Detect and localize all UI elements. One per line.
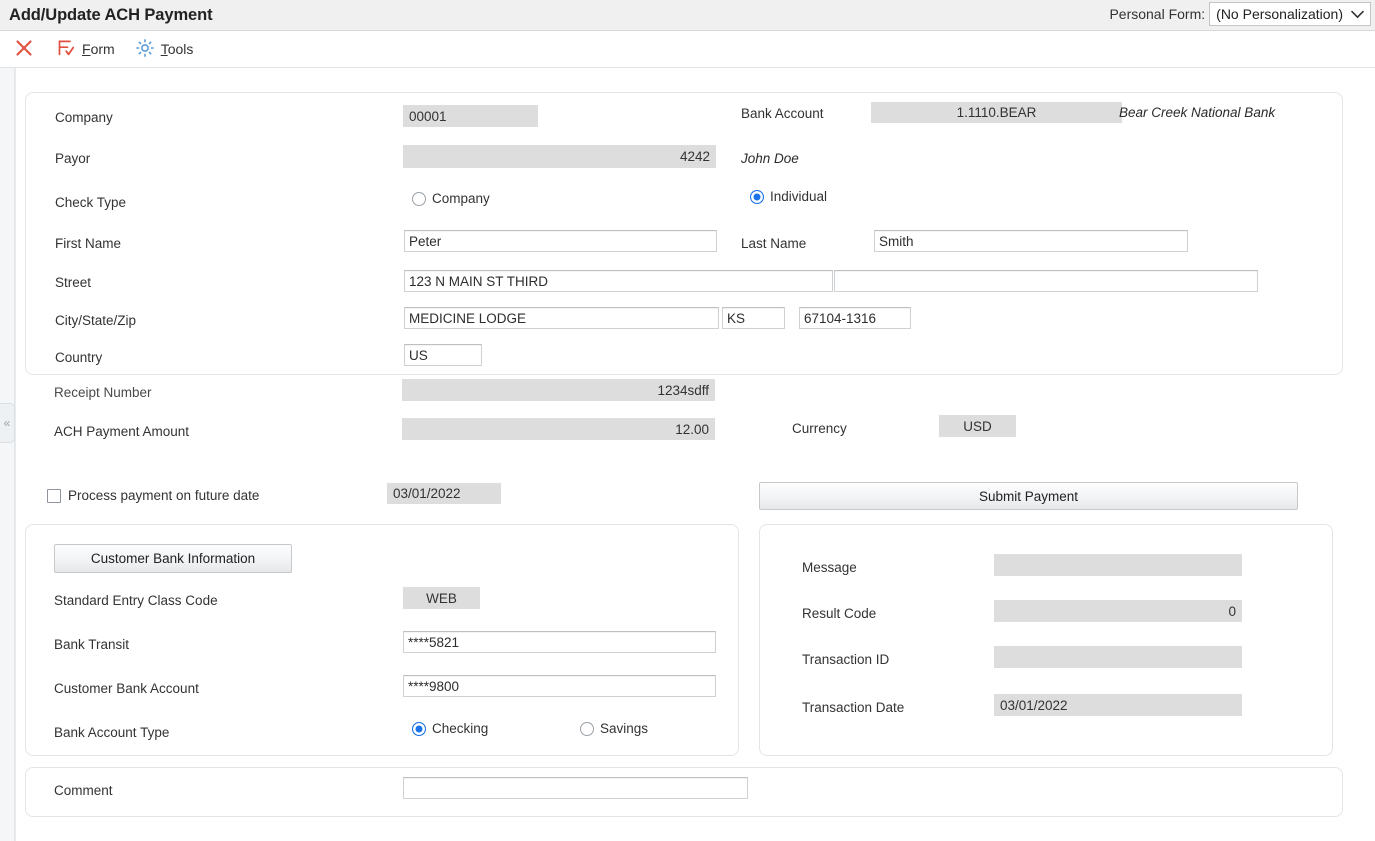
ach-payment-amount-field: 12.00 bbox=[402, 418, 715, 440]
check-type-label: Check Type bbox=[55, 195, 127, 210]
transaction-date-label: Transaction Date bbox=[802, 700, 905, 715]
state-input[interactable] bbox=[722, 307, 785, 329]
comment-card: Comment bbox=[25, 767, 1343, 817]
close-button[interactable] bbox=[0, 32, 46, 66]
future-date-field: 03/01/2022 bbox=[387, 483, 501, 504]
last-name-label: Last Name bbox=[741, 236, 807, 251]
toolbar: Form Tools bbox=[0, 31, 1375, 68]
comment-label: Comment bbox=[54, 783, 113, 798]
street-input-2[interactable] bbox=[834, 270, 1258, 292]
toolbar-item-form[interactable]: Form bbox=[46, 32, 125, 66]
submit-payment-label: Submit Payment bbox=[978, 488, 1079, 504]
bank-account-type-option-checking[interactable]: Checking bbox=[412, 721, 488, 736]
check-type-individual-label: Individual bbox=[770, 189, 828, 204]
company-field: 00001 bbox=[403, 105, 538, 127]
transaction-date-field: 03/01/2022 bbox=[994, 694, 1242, 716]
country-input[interactable] bbox=[404, 344, 482, 366]
check-type-option-company[interactable]: Company bbox=[412, 191, 490, 206]
future-date-label: Process payment on future date bbox=[68, 488, 260, 503]
customer-bank-account-input[interactable] bbox=[403, 675, 716, 697]
form-body: « Company 00001 Bank Account 1.1110.BEAR… bbox=[0, 68, 1375, 841]
payor-description: John Doe bbox=[741, 151, 799, 166]
toolbar-item-form-label: Form bbox=[82, 41, 115, 57]
transaction-result-card: Message Result Code 0 Transaction ID Tra… bbox=[759, 524, 1333, 756]
radio-savings-icon bbox=[580, 721, 594, 736]
left-rail: « bbox=[0, 68, 15, 841]
toolbar-item-tools[interactable]: Tools bbox=[125, 32, 204, 66]
bank-account-type-option-savings[interactable]: Savings bbox=[580, 721, 648, 736]
gear-icon bbox=[135, 38, 155, 61]
bank-account-label: Bank Account bbox=[741, 106, 824, 121]
submit-payment-button[interactable]: Submit Payment bbox=[759, 482, 1298, 510]
future-date-checkbox[interactable] bbox=[47, 488, 61, 503]
bank-account-type-checking-label: Checking bbox=[432, 721, 489, 736]
personal-form-select[interactable]: (No Personalization) bbox=[1209, 2, 1371, 26]
bank-account-description: Bear Creek National Bank bbox=[1119, 105, 1276, 120]
customer-bank-information-card: Customer Bank Information Standard Entry… bbox=[25, 524, 739, 756]
check-type-option-individual[interactable]: Individual bbox=[750, 189, 827, 204]
street-input[interactable] bbox=[404, 270, 833, 292]
personal-form-control: Personal Form: (No Personalization) bbox=[1109, 2, 1371, 26]
receipt-number-label: Receipt Number bbox=[54, 385, 152, 400]
page-title: Add/Update ACH Payment bbox=[9, 5, 213, 24]
result-code-field: 0 bbox=[994, 600, 1242, 622]
payor-field: 4242 bbox=[403, 145, 716, 168]
result-code-label: Result Code bbox=[802, 606, 877, 621]
comment-input[interactable] bbox=[403, 777, 748, 799]
bank-transit-input[interactable] bbox=[403, 631, 716, 653]
ach-payment-amount-label: ACH Payment Amount bbox=[54, 424, 190, 439]
country-label: Country bbox=[55, 350, 103, 365]
payor-label: Payor bbox=[55, 151, 91, 166]
zip-input[interactable] bbox=[799, 307, 911, 329]
customer-bank-account-label: Customer Bank Account bbox=[54, 681, 199, 696]
collapse-panel-handle[interactable]: « bbox=[0, 403, 15, 443]
form-icon bbox=[56, 38, 76, 61]
sec-code-field: WEB bbox=[403, 587, 480, 609]
bank-account-type-savings-label: Savings bbox=[600, 721, 649, 736]
personal-form-label: Personal Form: bbox=[1109, 6, 1206, 22]
message-label: Message bbox=[802, 560, 857, 575]
window-title-bar: Add/Update ACH Payment Personal Form: (N… bbox=[0, 0, 1375, 31]
personal-form-selected-value: (No Personalization) bbox=[1216, 6, 1343, 22]
sec-code-label: Standard Entry Class Code bbox=[54, 593, 218, 608]
double-chevron-left-icon: « bbox=[3, 416, 11, 430]
bank-transit-label: Bank Transit bbox=[54, 637, 130, 652]
customer-bank-information-button[interactable]: Customer Bank Information bbox=[54, 544, 292, 573]
toolbar-item-tools-label: Tools bbox=[160, 41, 194, 57]
payment-details-card: Company 00001 Bank Account 1.1110.BEAR B… bbox=[25, 92, 1343, 375]
city-input[interactable] bbox=[404, 307, 719, 329]
radio-company-icon bbox=[412, 191, 426, 206]
future-date-checkbox-row[interactable]: Process payment on future date bbox=[47, 488, 259, 503]
bank-account-field: 1.1110.BEAR bbox=[871, 102, 1122, 123]
customer-bank-information-label: Customer Bank Information bbox=[90, 551, 256, 566]
currency-field: USD bbox=[939, 415, 1016, 437]
company-label: Company bbox=[55, 110, 113, 125]
first-name-label: First Name bbox=[55, 236, 122, 251]
transaction-id-label: Transaction ID bbox=[802, 652, 890, 667]
bank-account-type-label: Bank Account Type bbox=[54, 725, 170, 740]
last-name-input[interactable] bbox=[874, 230, 1188, 252]
check-type-company-label: Company bbox=[432, 191, 490, 206]
close-icon bbox=[14, 38, 34, 61]
street-label: Street bbox=[55, 275, 92, 290]
first-name-input[interactable] bbox=[404, 230, 717, 252]
radio-checking-icon bbox=[412, 721, 426, 736]
city-state-zip-label: City/State/Zip bbox=[55, 313, 137, 328]
radio-individual-icon bbox=[750, 189, 764, 204]
message-field bbox=[994, 554, 1242, 576]
form-content-area: Company 00001 Bank Account 1.1110.BEAR B… bbox=[15, 68, 1375, 841]
receipt-number-field: 1234sdff bbox=[402, 379, 715, 401]
transaction-id-field bbox=[994, 646, 1242, 668]
chevron-down-icon bbox=[1351, 7, 1364, 22]
currency-label: Currency bbox=[792, 421, 847, 436]
